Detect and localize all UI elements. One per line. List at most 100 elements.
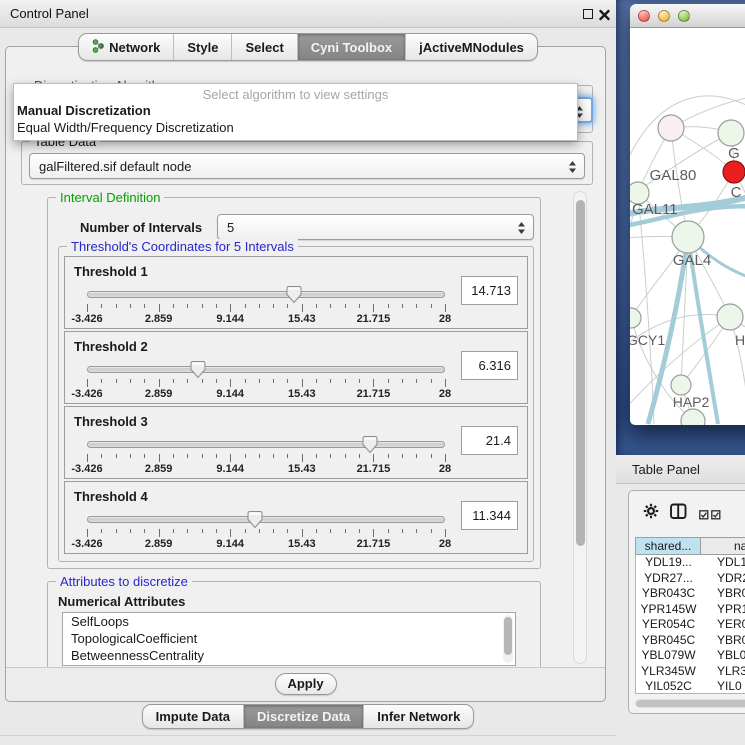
panel-vertical-scrollbar[interactable] <box>573 191 587 664</box>
tick-mark <box>373 304 374 312</box>
tick-mark <box>144 304 145 308</box>
scale-label: -3.426 <box>71 463 102 475</box>
tab-jactivemnodules[interactable]: jActiveMNodules <box>406 34 537 60</box>
slider-ticks <box>87 379 445 387</box>
attribute-item[interactable]: TopologicalCoefficient <box>63 630 515 647</box>
table-data-combobox[interactable]: galFiltered.sif default node <box>29 153 585 179</box>
attributes-scrollbar[interactable] <box>503 615 513 663</box>
network-node[interactable] <box>681 409 705 425</box>
bottom-tab-infer-network[interactable]: Infer Network <box>364 705 473 728</box>
slider-thumb[interactable] <box>286 285 302 304</box>
threshold-slider[interactable]: -3.4262.8599.14415.4321.71528 <box>87 359 445 399</box>
tick-mark <box>202 379 203 383</box>
tab-select[interactable]: Select <box>232 34 297 60</box>
table-row[interactable]: YIL052CYIL0 <box>636 679 745 694</box>
slider-thumb[interactable] <box>247 510 263 529</box>
table-row[interactable]: YPR145WYPR1 <box>636 602 745 618</box>
tick-mark <box>316 529 317 533</box>
table-cell: YBR045C <box>636 633 701 649</box>
table-row[interactable]: YBL079WYBL0 <box>636 648 745 664</box>
table-cell: YPR145W <box>636 602 701 618</box>
tab-style[interactable]: Style <box>174 34 232 60</box>
bottom-tab-impute-data[interactable]: Impute Data <box>143 705 244 728</box>
network-node[interactable] <box>672 221 704 253</box>
slider-track[interactable] <box>87 516 445 523</box>
close-icon[interactable] <box>599 8 610 20</box>
threshold-slider[interactable]: -3.4262.8599.14415.4321.71528 <box>87 509 445 549</box>
table-cell: YLR3 <box>701 664 745 680</box>
tick-mark <box>388 529 389 533</box>
threshold-value-input[interactable]: 21.4 <box>461 426 518 455</box>
table-panel-box: shared...na YDL19...YDL1YDR27...YDR2YBR0… <box>628 490 745 714</box>
network-node[interactable] <box>718 120 744 146</box>
network-node[interactable] <box>671 375 691 395</box>
scale-label: -3.426 <box>71 388 102 400</box>
checkbox-icon[interactable] <box>711 507 721 525</box>
table-row[interactable]: YBR043CYBR0 <box>636 586 745 602</box>
top-tab-bar: NetworkStyle Select Cyni Toolbox jActiveMNo… <box>0 33 616 61</box>
close-light[interactable] <box>638 10 650 22</box>
table-scrollbar-thumb[interactable] <box>636 700 745 707</box>
algorithm-option[interactable]: Equal Width/Frequency Discretization <box>14 119 577 136</box>
panel-scrollbar-thumb[interactable] <box>576 200 585 546</box>
minimize-light[interactable] <box>658 10 670 22</box>
slider-thumb[interactable] <box>362 435 378 454</box>
table-cell: YBL079W <box>636 648 701 664</box>
tick-mark <box>216 304 217 308</box>
number-of-intervals-combobox[interactable]: 5 <box>217 214 534 240</box>
tick-mark <box>87 304 88 312</box>
threshold-value-input[interactable]: 11.344 <box>461 501 518 530</box>
algorithm-placeholder-option[interactable]: Select algorithm to view settings <box>14 84 577 102</box>
algorithm-option[interactable]: Manual Discretization <box>14 102 577 119</box>
tab-cyni-toolbox[interactable]: Cyni Toolbox <box>298 34 406 60</box>
tick-mark <box>230 379 231 387</box>
tab-label: Cyni Toolbox <box>311 40 392 55</box>
threshold-value-input[interactable]: 14.713 <box>461 276 518 305</box>
table-horizontal-scrollbar[interactable] <box>635 699 745 708</box>
table-row[interactable]: YER054CYER0 <box>636 617 745 633</box>
threshold-slider[interactable]: -3.4262.8599.14415.4321.71528 <box>87 434 445 474</box>
slider-thumb[interactable] <box>190 360 206 379</box>
slider-track[interactable] <box>87 291 445 298</box>
split-panel-icon[interactable] <box>670 503 687 525</box>
table-cell: YBR0 <box>701 586 745 602</box>
table-row[interactable]: YDR27...YDR2 <box>636 571 745 587</box>
slider-ticks <box>87 454 445 462</box>
attribute-item[interactable]: BetweennessCentrality <box>63 647 515 664</box>
table-row[interactable]: YDL19...YDL1 <box>636 555 745 571</box>
network-node[interactable] <box>658 115 684 141</box>
threshold-value-input[interactable]: 6.316 <box>461 351 518 380</box>
tick-mark <box>87 379 88 387</box>
network-canvas[interactable]: GAL80GCGAL11GAL4GCY1HHAP2 <box>630 28 745 425</box>
threshold-slider[interactable]: -3.4262.8599.14415.4321.71528 <box>87 284 445 324</box>
attributes-listbox[interactable]: SelfLoopsTopologicalCoefficientBetweenne… <box>62 612 516 666</box>
zoom-light[interactable] <box>678 10 690 22</box>
float-icon[interactable] <box>583 9 593 19</box>
table-panel-title: Table Panel <box>632 462 700 477</box>
gear-icon[interactable] <box>643 503 659 524</box>
slider-scale-labels: -3.4262.8599.14415.4321.71528 <box>87 463 445 475</box>
checkbox-icon[interactable] <box>699 507 709 525</box>
table-row[interactable]: YBR045CYBR0 <box>636 633 745 649</box>
slider-track[interactable] <box>87 366 445 373</box>
bottom-tabs-segment: Impute DataDiscretize DataInfer Network <box>142 704 475 729</box>
tick-mark <box>273 454 274 458</box>
apply-button[interactable]: Apply <box>275 673 337 695</box>
tick-mark <box>445 454 446 462</box>
tick-mark <box>416 304 417 308</box>
slider-track[interactable] <box>87 441 445 448</box>
scale-label: 28 <box>439 388 451 400</box>
network-node[interactable] <box>717 304 743 330</box>
network-node[interactable] <box>630 308 641 328</box>
table-column-header[interactable]: shared... <box>635 537 701 555</box>
network-node[interactable] <box>723 161 745 183</box>
attribute-item[interactable]: SelfLoops <box>63 613 515 630</box>
bottom-tab-discretize-data[interactable]: Discretize Data <box>244 705 364 728</box>
table-row[interactable]: YLR345WYLR3 <box>636 664 745 680</box>
tab-label: Select <box>245 40 283 55</box>
tab-network[interactable]: Network <box>79 34 174 60</box>
attributes-group-title: Attributes to discretize <box>56 574 192 589</box>
attributes-scrollbar-thumb[interactable] <box>504 617 512 655</box>
network-node-label: HAP2 <box>673 394 710 410</box>
table-column-header[interactable]: na <box>701 537 745 555</box>
